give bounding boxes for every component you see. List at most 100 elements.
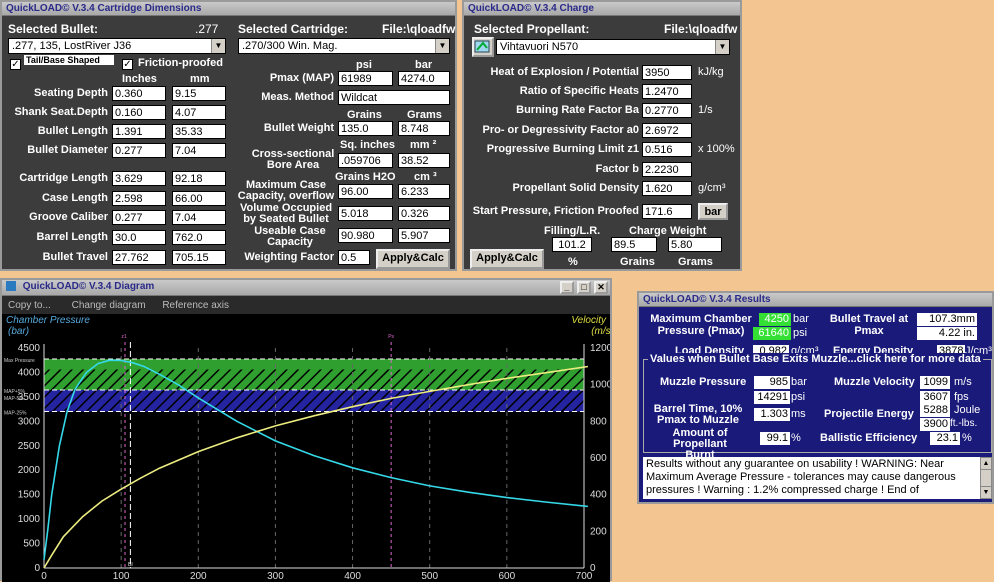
dimension-inches-field[interactable]: 0.277	[112, 210, 166, 225]
ballistic-efficiency-unit: %	[962, 432, 972, 444]
max-capacity-grains-field[interactable]: 96.00	[338, 184, 393, 199]
maximize-button[interactable]: □	[576, 281, 591, 294]
charge-grams-field[interactable]: 5.80	[668, 237, 722, 252]
warning-scrollbar[interactable]: ▲ ▼	[980, 457, 992, 499]
propellant-param-field[interactable]: 2.2230	[642, 162, 692, 177]
grains-header: Grains	[347, 109, 382, 121]
propellant-param-field[interactable]: 3950	[642, 65, 692, 80]
ballistic-efficiency-value: 23.1	[930, 432, 960, 445]
useable-capacity-cm3-field[interactable]: 5.907	[398, 228, 450, 243]
dimension-mm-field[interactable]: 35.33	[172, 124, 226, 139]
muzzle-values-panel[interactable]: Values when Bullet Base Exits Muzzle...c…	[643, 353, 992, 461]
projectile-energy-ftlbs-value: 3900	[920, 418, 950, 431]
propellant-param-field[interactable]: 0.516	[642, 142, 692, 157]
bullet-weight-label: Bullet Weight	[263, 122, 334, 134]
propellant-param-label: Propellant Solid Density	[512, 182, 639, 194]
x-tick-label: 300	[267, 571, 284, 582]
dimension-inches-field[interactable]: 0.277	[112, 143, 166, 158]
bullet-caliber: .277	[195, 22, 219, 36]
menu-reference-axis[interactable]: Reference axis	[162, 300, 229, 311]
meas-method-field[interactable]: Wildcat	[338, 90, 450, 105]
tail-base-text: Tail/Base Shaped	[26, 55, 100, 65]
scroll-up-icon[interactable]: ▲	[981, 458, 991, 470]
dimension-inches-field[interactable]: 0.160	[112, 105, 166, 120]
propellant-param-field[interactable]: 1.620	[642, 181, 692, 196]
dimension-label: Groove Caliber	[29, 211, 108, 223]
chevron-down-icon[interactable]: ▼	[435, 39, 449, 53]
volume-occupied-cm3-field[interactable]: 0.326	[398, 206, 450, 221]
dimension-mm-field[interactable]: 705.15	[172, 250, 226, 265]
dimension-label: Bullet Travel	[42, 251, 108, 263]
grams-header: Grams	[407, 109, 442, 121]
charge-window-title: QuickLOAD© V.3.4 Charge	[464, 2, 740, 16]
max-chamber-label: Maximum Chamber Pressure (Pmax)	[650, 313, 752, 337]
apply-calc-button[interactable]: Apply&Calc	[376, 249, 450, 269]
x-tick-label: 500	[421, 571, 438, 582]
bullet-travel-label: Bullet Travel at Pmax	[829, 313, 909, 337]
dimension-inches-field[interactable]: 27.762	[112, 250, 166, 265]
dimension-mm-field[interactable]: 92.18	[172, 171, 226, 186]
propellant-param-field[interactable]: 1.2470	[642, 84, 692, 99]
bore-mm2-field[interactable]: 38.52	[398, 153, 450, 168]
cartridge-select[interactable]: .270/300 Win. Mag. ▼	[238, 38, 450, 54]
dimension-mm-field[interactable]: 66.00	[172, 191, 226, 206]
max-chamber-bar-unit: bar	[793, 313, 809, 325]
bar-header: bar	[415, 59, 433, 71]
propellant-burnt-unit: %	[791, 432, 801, 444]
volume-occupied-grains-field[interactable]: 5.018	[338, 206, 393, 221]
bullet-select[interactable]: .277, 135, LostRiver J36 ▼	[8, 38, 226, 54]
bullet-weight-grams-field[interactable]: 8.748	[398, 121, 450, 136]
charge-window: QuickLOAD© V.3.4 Charge Selected Propell…	[462, 0, 742, 271]
inches-header: Inches	[122, 73, 157, 85]
dimension-inches-field[interactable]: 30.0	[112, 230, 166, 245]
max-capacity-cm3-field[interactable]: 6.233	[398, 184, 450, 199]
scroll-down-icon[interactable]: ▼	[981, 486, 991, 498]
propellant-icon[interactable]	[472, 37, 494, 57]
menu-copy-to[interactable]: Copy to...	[8, 300, 51, 311]
chevron-down-icon[interactable]: ▼	[211, 39, 225, 53]
useable-capacity-grains-field[interactable]: 90.980	[338, 228, 393, 243]
friction-proofed-checkbox[interactable]: ✓	[122, 59, 133, 70]
dimension-inches-field[interactable]: 3.629	[112, 171, 166, 186]
ps-marker-label: Ps	[388, 334, 394, 340]
y2-tick-label: 1200	[590, 343, 610, 354]
bullet-weight-grains-field[interactable]: 135.0	[338, 121, 393, 136]
charge-apply-calc-button[interactable]: Apply&Calc	[470, 249, 544, 269]
propellant-param-field[interactable]: 171.6	[642, 204, 692, 219]
dimension-label: Barrel Length	[36, 231, 108, 243]
muzzle-values-header[interactable]: Values when Bullet Base Exits Muzzle...c…	[648, 353, 983, 365]
propellant-param-label: Pro- or Degressivity Factor a0	[482, 124, 639, 136]
dimension-mm-field[interactable]: 7.04	[172, 210, 226, 225]
propellant-select[interactable]: Vihtavuori N570 ▼	[496, 39, 730, 55]
propellant-param-field[interactable]: 2.6972	[642, 123, 692, 138]
diagram-window-controls: _ □ ✕	[559, 281, 608, 294]
filling-field[interactable]: 101.2	[552, 237, 592, 252]
muzzle-pressure-bar-unit: bar	[791, 376, 807, 388]
dimension-inches-field[interactable]: 2.598	[112, 191, 166, 206]
warning-textbox[interactable]: Results without any guarantee on usabili…	[643, 457, 980, 499]
charge-grains-field[interactable]: 89.5	[611, 237, 657, 252]
dimension-mm-field[interactable]: 4.07	[172, 105, 226, 120]
menu-change-diagram[interactable]: Change diagram	[72, 300, 146, 311]
dimension-mm-field[interactable]: 762.0	[172, 230, 226, 245]
chevron-down-icon[interactable]: ▼	[715, 40, 729, 54]
pmax-psi-field[interactable]: 61989	[338, 71, 393, 86]
dimension-mm-field[interactable]: 9.15	[172, 86, 226, 101]
selected-bullet-label: Selected Bullet:	[8, 22, 99, 36]
muzzle-velocity-ms-value: 1099	[920, 376, 950, 389]
propellant-param-field[interactable]: 0.2770	[642, 103, 692, 118]
results-window: QuickLOAD© V.3.4 Results Maximum Chamber…	[637, 291, 994, 504]
dimension-inches-field[interactable]: 0.360	[112, 86, 166, 101]
close-button[interactable]: ✕	[594, 281, 608, 294]
minimize-button[interactable]: _	[559, 281, 574, 294]
cartridge-file-label: File:\qloadfw	[382, 22, 456, 36]
tail-base-checkbox[interactable]: ✓	[10, 59, 21, 70]
friction-proofed-label: Friction-proofed	[138, 57, 223, 69]
weighting-factor-field[interactable]: 0.5	[338, 250, 370, 265]
y-tick-label: 3500	[18, 392, 41, 403]
start-pressure-unit-button[interactable]: bar	[698, 203, 728, 220]
dimension-mm-field[interactable]: 7.04	[172, 143, 226, 158]
bore-sqin-field[interactable]: .059706	[338, 153, 393, 168]
dimension-inches-field[interactable]: 1.391	[112, 124, 166, 139]
pmax-bar-field[interactable]: 4274.0	[398, 71, 450, 86]
